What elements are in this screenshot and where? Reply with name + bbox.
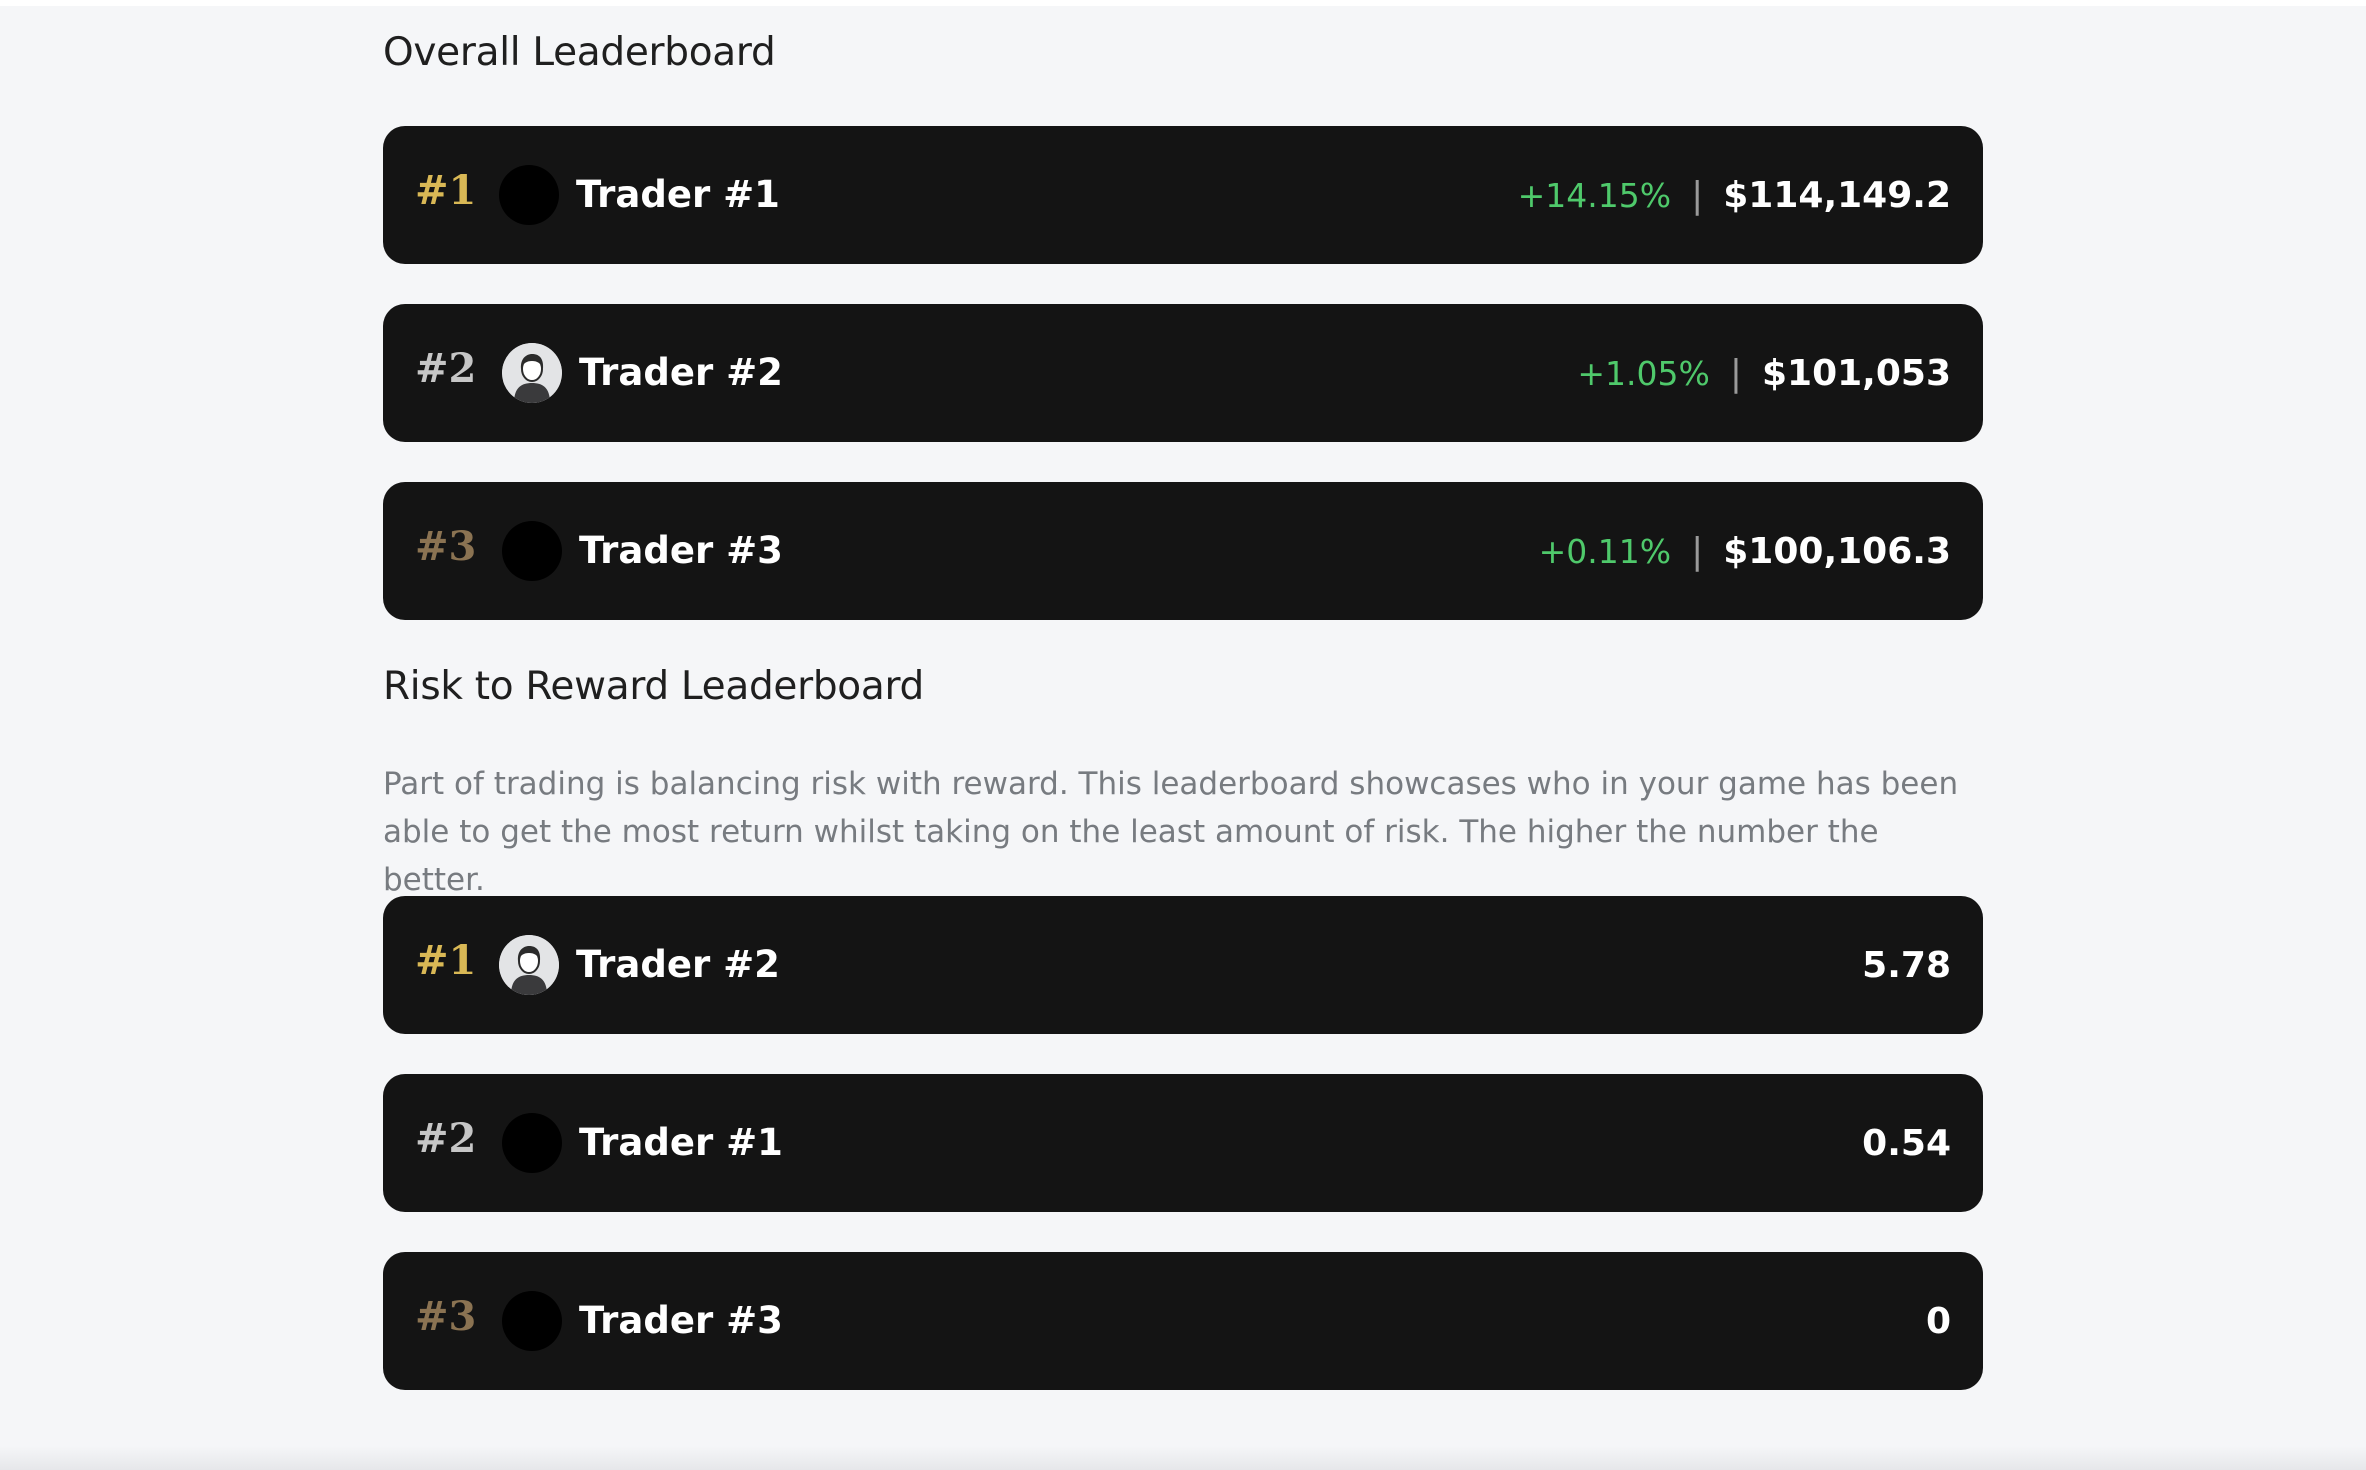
avatar xyxy=(502,1291,562,1351)
percent-change: +1.05% xyxy=(1577,353,1710,393)
avatar xyxy=(502,521,562,581)
overall-row-stats: +14.15% | $114,149.2 xyxy=(1518,170,1951,220)
top-border xyxy=(0,0,2366,6)
overall-row-1[interactable]: #1 Trader #1 +14.15% | $114,149.2 xyxy=(383,126,1983,264)
trader-name: Trader #3 xyxy=(579,529,783,572)
rank-label: #2 xyxy=(415,1115,477,1162)
trader-name: Trader #3 xyxy=(579,1299,783,1342)
percent-change: +0.11% xyxy=(1538,531,1672,571)
risk-reward-score: 5.78 xyxy=(1862,944,1951,986)
trader-name: Trader #2 xyxy=(579,351,783,394)
avatar xyxy=(502,1113,562,1173)
trader-name: Trader #1 xyxy=(579,1121,783,1164)
risk-row-score: 5.78 xyxy=(1862,940,1951,990)
overall-row-stats: +1.05% | $101,053 xyxy=(1577,348,1951,398)
risk-reward-leaderboard-title: Risk to Reward Leaderboard xyxy=(383,664,924,709)
risk-reward-score: 0.54 xyxy=(1862,1122,1951,1164)
overall-leaderboard-title: Overall Leaderboard xyxy=(383,30,776,75)
rank-label: #1 xyxy=(415,167,477,214)
stat-separator: | xyxy=(1729,352,1742,394)
avatar xyxy=(499,165,559,225)
risk-row-3[interactable]: #3 Trader #3 0 xyxy=(383,1252,1983,1390)
bottom-shadow xyxy=(0,1446,2366,1470)
portfolio-value: $101,053 xyxy=(1761,352,1951,394)
trader-name: Trader #2 xyxy=(576,943,780,986)
user-photo-icon xyxy=(499,935,559,995)
overall-row-stats: +0.11% | $100,106.3 xyxy=(1539,526,1951,576)
rank-label: #3 xyxy=(415,1293,477,1340)
trader-name: Trader #1 xyxy=(576,173,780,216)
portfolio-value: $100,106.3 xyxy=(1723,530,1951,572)
risk-row-1[interactable]: #1 Trader #2 5.78 xyxy=(383,896,1983,1034)
risk-reward-description: Part of trading is balancing risk with r… xyxy=(383,766,1959,898)
overall-row-3[interactable]: #3 Trader #3 +0.11% | $100,106.3 xyxy=(383,482,1983,620)
rank-label: #2 xyxy=(415,345,477,392)
stat-separator: | xyxy=(1691,174,1704,216)
risk-row-score: 0.54 xyxy=(1862,1118,1951,1168)
rank-label: #1 xyxy=(415,937,477,984)
rank-label: #3 xyxy=(415,523,477,570)
portfolio-value: $114,149.2 xyxy=(1723,174,1951,216)
risk-reward-score: 0 xyxy=(1925,1300,1951,1342)
risk-row-score: 0 xyxy=(1926,1296,1951,1346)
user-photo-icon xyxy=(502,343,562,403)
overall-row-2[interactable]: #2 Trader #2 +1.05% | $101,053 xyxy=(383,304,1983,442)
risk-row-2[interactable]: #2 Trader #1 0.54 xyxy=(383,1074,1983,1212)
stat-separator: | xyxy=(1691,530,1704,572)
percent-change: +14.15% xyxy=(1517,175,1672,215)
